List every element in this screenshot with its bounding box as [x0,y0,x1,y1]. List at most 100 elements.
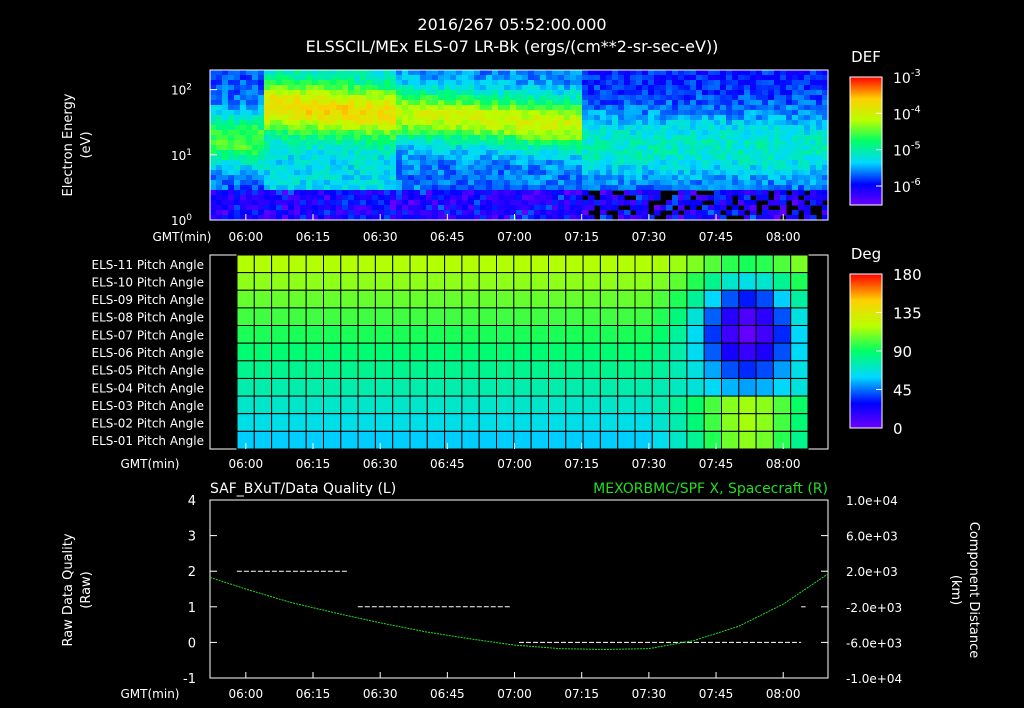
spectrogram-cell [786,125,793,131]
spectrogram-cell [486,140,493,146]
spectrogram-cell [468,210,475,216]
spectrogram-cell [468,110,475,116]
spectrogram-cell [240,150,247,156]
spectrogram-cell [630,130,637,136]
spectrogram-cell [306,200,313,206]
spectrogram-cell [432,130,439,136]
spectrogram-cell [264,125,271,131]
spectrogram-cell [456,100,463,106]
spectrogram-cell [780,180,787,186]
spectrogram-cell [618,75,625,81]
spectrogram-cell [300,80,307,86]
spectrogram-cell [570,95,577,101]
spectrogram-cell [462,180,469,186]
spectrogram-cell [456,130,463,136]
spectrogram-cell [636,120,643,126]
spectrogram-cell [318,195,325,201]
spectrogram-cell [318,75,325,81]
spectrogram-cell [636,95,643,101]
spectrogram-cell [222,135,229,141]
pitch-angle-cell [340,395,359,415]
spectrogram-cell [366,210,373,216]
spectrogram-cell [654,190,661,196]
spectrogram-cell [546,185,553,191]
spectrogram-cell [462,205,469,211]
spectrogram-cell [750,145,757,151]
spectrogram-cell [312,145,319,151]
spectrogram-cell [240,110,247,116]
spectrogram-cell [390,120,397,126]
spectrogram-cell [612,175,619,181]
spectrogram-cell [258,205,265,211]
spectrogram-cell [210,110,217,116]
spectrogram-cell [228,135,235,141]
spectrogram-cell [294,150,301,156]
pitch-angle-cell [565,360,584,379]
spectrogram-cell [474,75,481,81]
spectrogram-cell [792,165,799,171]
spectrogram-cell [804,120,811,126]
spectrogram-cell [516,90,523,96]
spectrogram-cell [720,170,727,176]
spectrogram-cell [378,115,385,121]
spectrogram-cell [594,155,601,161]
spectrogram-cell [396,95,403,101]
spectrogram-cell [294,190,301,196]
spectrogram-cell [360,70,367,76]
spectrogram-cell [774,160,781,166]
spectrogram-cell [378,125,385,131]
spectrogram-cell [240,95,247,101]
spectrogram-cell [444,120,451,126]
pitch-angle-cell [271,272,290,291]
spectrogram-cell [672,70,679,76]
pitch-angle-cell [374,342,394,362]
spectrogram-cell [732,80,739,86]
spectrogram-cell [654,155,661,161]
spectrogram-cell [492,140,499,146]
spectrogram-cell [684,195,691,201]
spectrogram-cell [528,160,535,166]
spectrogram-cell [798,100,805,106]
spectrogram-cell [270,145,277,151]
spectrogram-cell [564,210,571,216]
pitch-angle-cell [599,413,619,432]
spectrogram-cell [576,200,583,206]
spectrogram-cell [366,110,373,116]
spectrogram-cell [582,160,589,166]
spectrogram-cell [342,205,349,211]
pitch-angle-cell [548,289,567,309]
spectrogram-cell [390,155,397,161]
spectrogram-cell [534,155,541,161]
pitch-angle-cell [599,307,619,326]
spectrogram-cell [288,85,295,91]
spectrogram-cell [414,150,421,156]
spectrogram-cell [438,160,445,166]
pitch-angle-cell [582,325,601,344]
spectrogram-cell [720,110,727,116]
spectrogram-cell [654,70,661,76]
pitch-angle-cell [513,272,532,291]
pitch-angle-cell [738,395,757,415]
spectrogram-cell [528,100,535,106]
spectrogram-cell [282,135,289,141]
spectrogram-cell [528,185,535,191]
spectrogram-cell [732,145,739,151]
spectrogram-cell [246,85,253,91]
spectrogram-cell [642,125,649,131]
spectrogram-cell [762,205,769,211]
spectrogram-cell [522,110,529,116]
spectrogram-cell [288,95,295,101]
spectrogram-cell [486,145,493,151]
spectrogram-cell [252,170,259,176]
spectrogram-cell [642,100,649,106]
spectrogram-cell [696,120,703,126]
spectrogram-cell [498,85,505,91]
spectrogram-cell [666,135,673,141]
pitch-angle-cell [651,360,671,379]
line-xtick-label: 07:00 [497,687,532,701]
spectrogram-cell [558,100,565,106]
spectrogram-cell [498,80,505,86]
spectrogram-cell [762,85,769,91]
spectrogram-cell [468,125,475,131]
spectrogram-cell [462,190,469,196]
